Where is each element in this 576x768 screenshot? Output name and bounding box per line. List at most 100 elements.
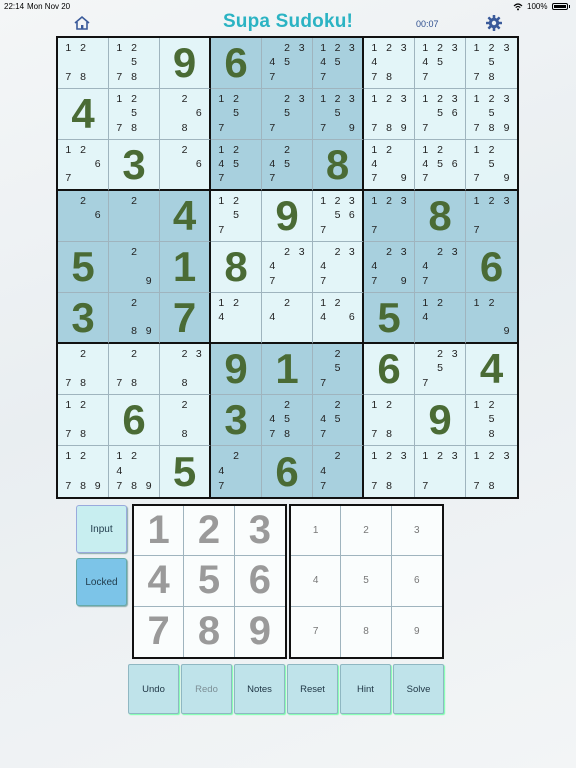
note-key-5[interactable]: 5 <box>341 556 392 607</box>
sudoku-cell[interactable]: 123 457 <box>415 38 466 89</box>
number-key-4[interactable]: 4 <box>134 556 185 607</box>
sudoku-cell[interactable]: 23 47 <box>262 242 313 293</box>
sudoku-cell[interactable]: 6 <box>466 242 517 293</box>
sudoku-cell[interactable]: 123 7 <box>364 191 415 242</box>
sudoku-cell[interactable]: 1257 <box>211 191 262 242</box>
sudoku-cell[interactable]: 28 <box>160 395 211 446</box>
sudoku-cell[interactable]: 12 78 <box>364 395 415 446</box>
sudoku-cell[interactable]: 124 7 9 <box>364 140 415 191</box>
notes-button[interactable]: Notes <box>234 664 285 714</box>
sudoku-cell[interactable]: 12356 7 <box>415 89 466 140</box>
number-key-2[interactable]: 2 <box>184 506 235 557</box>
note-key-3[interactable]: 3 <box>391 506 442 557</box>
sudoku-cell[interactable]: 26 <box>58 191 109 242</box>
sudoku-cell[interactable]: 4 <box>466 344 517 395</box>
sudoku-cell[interactable]: 2 <box>109 191 160 242</box>
sudoku-cell[interactable]: 123 7 <box>415 446 466 497</box>
sudoku-cell[interactable]: 6 <box>364 344 415 395</box>
sudoku-cell[interactable]: 12578 <box>109 89 160 140</box>
sudoku-cell[interactable]: 23 457 <box>262 38 313 89</box>
sudoku-cell[interactable]: 6 <box>109 395 160 446</box>
sudoku-cell[interactable]: 2357 <box>262 89 313 140</box>
number-key-7[interactable]: 7 <box>134 606 185 657</box>
note-key-8[interactable]: 8 <box>341 606 392 657</box>
sudoku-cell[interactable]: 2 78 <box>109 344 160 395</box>
number-key-3[interactable]: 3 <box>234 506 285 557</box>
sudoku-cell[interactable]: 124 <box>415 293 466 344</box>
number-key-6[interactable]: 6 <box>234 556 285 607</box>
note-key-9[interactable]: 9 <box>391 606 442 657</box>
note-key-6[interactable]: 6 <box>391 556 442 607</box>
sudoku-cell[interactable]: 12578 <box>109 38 160 89</box>
note-key-4[interactable]: 4 <box>291 556 342 607</box>
note-key-2[interactable]: 2 <box>341 506 392 557</box>
solve-button[interactable]: Solve <box>393 664 444 714</box>
sudoku-cell[interactable]: 2457 <box>313 395 364 446</box>
number-key-8[interactable]: 8 <box>184 606 235 657</box>
sudoku-cell[interactable]: 12456 7 <box>415 140 466 191</box>
sudoku-cell[interactable]: 6 <box>211 38 262 89</box>
number-key-1[interactable]: 1 <box>134 506 185 557</box>
number-key-5[interactable]: 5 <box>184 556 235 607</box>
sudoku-cell[interactable]: 12 78 <box>58 38 109 89</box>
sudoku-cell[interactable]: 268 <box>160 89 211 140</box>
sudoku-cell[interactable]: 123 457 <box>313 38 364 89</box>
note-key-7[interactable]: 7 <box>291 606 342 657</box>
number-key-9[interactable]: 9 <box>234 606 285 657</box>
sudoku-cell[interactable]: 2 89 <box>109 293 160 344</box>
sudoku-cell[interactable]: 9 <box>160 38 211 89</box>
sudoku-cell[interactable]: 23 47 9 <box>364 242 415 293</box>
reset-button[interactable]: Reset <box>287 664 338 714</box>
sudoku-cell[interactable]: 12 78 <box>58 395 109 446</box>
sudoku-cell[interactable]: 24578 <box>262 395 313 446</box>
sudoku-cell[interactable]: 123 789 <box>364 89 415 140</box>
sudoku-cell[interactable]: 23 47 <box>415 242 466 293</box>
sudoku-cell[interactable]: 12 789 <box>58 446 109 497</box>
sudoku-cell[interactable]: 5 <box>58 242 109 293</box>
sudoku-cell[interactable]: 8 <box>415 191 466 242</box>
sudoku-cell[interactable]: 3 <box>58 293 109 344</box>
sudoku-cell[interactable]: 123 78 <box>466 446 517 497</box>
sudoku-cell[interactable]: 26 <box>160 140 211 191</box>
sudoku-cell[interactable]: 126 7 <box>58 140 109 191</box>
redo-button[interactable]: Redo <box>181 664 232 714</box>
sudoku-cell[interactable]: 9 <box>211 344 262 395</box>
sudoku-cell[interactable]: 5 <box>160 446 211 497</box>
sudoku-cell[interactable]: 9 <box>415 395 466 446</box>
sudoku-cell[interactable]: 3 <box>109 140 160 191</box>
sudoku-cell[interactable]: 123578 <box>466 38 517 89</box>
sudoku-cell[interactable]: 124 6 <box>313 293 364 344</box>
sudoku-cell[interactable]: 24 7 <box>313 446 364 497</box>
sudoku-cell[interactable]: 9 <box>262 191 313 242</box>
sudoku-cell[interactable]: 2457 <box>262 140 313 191</box>
sudoku-cell[interactable]: 123 7 <box>466 191 517 242</box>
sudoku-cell[interactable]: 24 7 <box>211 446 262 497</box>
sudoku-cell[interactable]: 24 <box>262 293 313 344</box>
sudoku-cell[interactable]: 1 <box>160 242 211 293</box>
sudoku-cell[interactable]: 23 47 <box>313 242 364 293</box>
sudoku-cell[interactable]: 1 <box>262 344 313 395</box>
sudoku-cell[interactable]: 12356 7 <box>313 191 364 242</box>
sudoku-cell[interactable]: 12 57 9 <box>466 140 517 191</box>
input-mode-button[interactable]: Input <box>76 505 127 553</box>
sudoku-cell[interactable]: 23 8 <box>160 344 211 395</box>
sudoku-cell[interactable]: 3 <box>211 395 262 446</box>
sudoku-cell[interactable]: 7 <box>160 293 211 344</box>
sudoku-cell[interactable]: 8 <box>211 242 262 293</box>
sudoku-cell[interactable]: 8 <box>313 140 364 191</box>
sudoku-cell[interactable]: 4 <box>58 89 109 140</box>
sudoku-cell[interactable]: 1257 <box>211 89 262 140</box>
sudoku-cell[interactable]: 5 <box>364 293 415 344</box>
gear-icon[interactable] <box>485 14 503 32</box>
note-key-1[interactable]: 1 <box>291 506 342 557</box>
sudoku-cell[interactable]: 124 789 <box>109 446 160 497</box>
sudoku-cell[interactable]: 6 <box>262 446 313 497</box>
undo-button[interactable]: Undo <box>128 664 179 714</box>
sudoku-cell[interactable]: 12357 9 <box>313 89 364 140</box>
hint-button[interactable]: Hint <box>340 664 391 714</box>
sudoku-cell[interactable]: 123 78 <box>364 446 415 497</box>
sudoku-cell[interactable]: 123 478 <box>364 38 415 89</box>
sudoku-cell[interactable]: 4 <box>160 191 211 242</box>
sudoku-cell[interactable]: 29 <box>109 242 160 293</box>
sudoku-cell[interactable]: 1235789 <box>466 89 517 140</box>
